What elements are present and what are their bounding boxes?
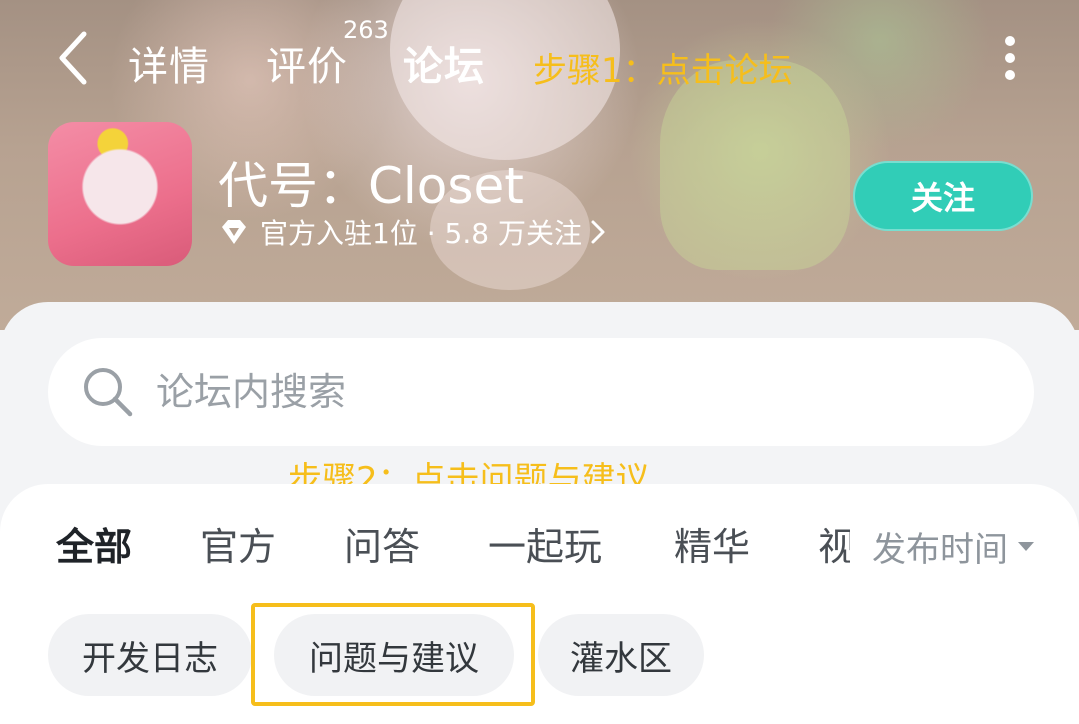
more-options-button[interactable] (998, 36, 1022, 80)
follow-button[interactable]: 关注 (853, 161, 1033, 231)
category-tab-video[interactable]: 视 (818, 516, 850, 571)
category-tab-qa[interactable]: 问答 (344, 516, 420, 571)
chip-issues-suggestions[interactable]: 问题与建议 (274, 614, 514, 696)
more-vertical-icon-dot (1005, 53, 1015, 63)
category-tab-official[interactable]: 官方 (200, 516, 276, 571)
app-name: 代号：Closet (218, 157, 524, 215)
chevron-right-icon (591, 220, 605, 244)
more-vertical-icon-dot (1005, 70, 1015, 80)
chip-dev-log[interactable]: 开发日志 (48, 614, 252, 696)
back-button[interactable] (52, 30, 96, 86)
tab-review[interactable]: 评价 (266, 34, 348, 92)
sort-label: 发布时间 (872, 529, 1008, 570)
top-navigation: 详情 评价 263 论坛 步骤1：点击论坛 (0, 0, 1079, 120)
chevron-left-icon (59, 31, 87, 85)
more-vertical-icon (1005, 36, 1015, 46)
app-meta-text: 官方入驻1位 · 5.8 万关注 (260, 217, 582, 250)
search-input[interactable] (156, 362, 976, 422)
category-tab-play-together[interactable]: 一起玩 (488, 516, 602, 571)
app-icon[interactable] (48, 122, 192, 266)
forum-search-box[interactable] (48, 338, 1034, 446)
search-icon (84, 368, 133, 417)
tab-detail[interactable]: 详情 (128, 34, 210, 92)
category-tab-all[interactable]: 全部 (56, 516, 132, 571)
app-meta-link[interactable]: 官方入驻1位 · 5.8 万关注 (218, 214, 608, 250)
category-tabs: 全部 官方 问答 一起玩 精华 视 (0, 516, 850, 576)
category-tab-featured[interactable]: 精华 (674, 516, 750, 571)
tab-forum[interactable]: 论坛 (399, 34, 503, 92)
step1-annotation: 步骤1：点击论坛 (533, 51, 793, 91)
diamond-icon (222, 220, 246, 244)
sort-dropdown[interactable]: 发布时间 (872, 524, 1034, 570)
caret-down-icon (1018, 541, 1034, 551)
chip-chat-zone[interactable]: 灌水区 (538, 614, 704, 696)
category-tab-label: 全部 (56, 525, 133, 569)
tab-forum-label: 论坛 (403, 44, 485, 90)
review-count-badge: 263 (343, 16, 389, 44)
